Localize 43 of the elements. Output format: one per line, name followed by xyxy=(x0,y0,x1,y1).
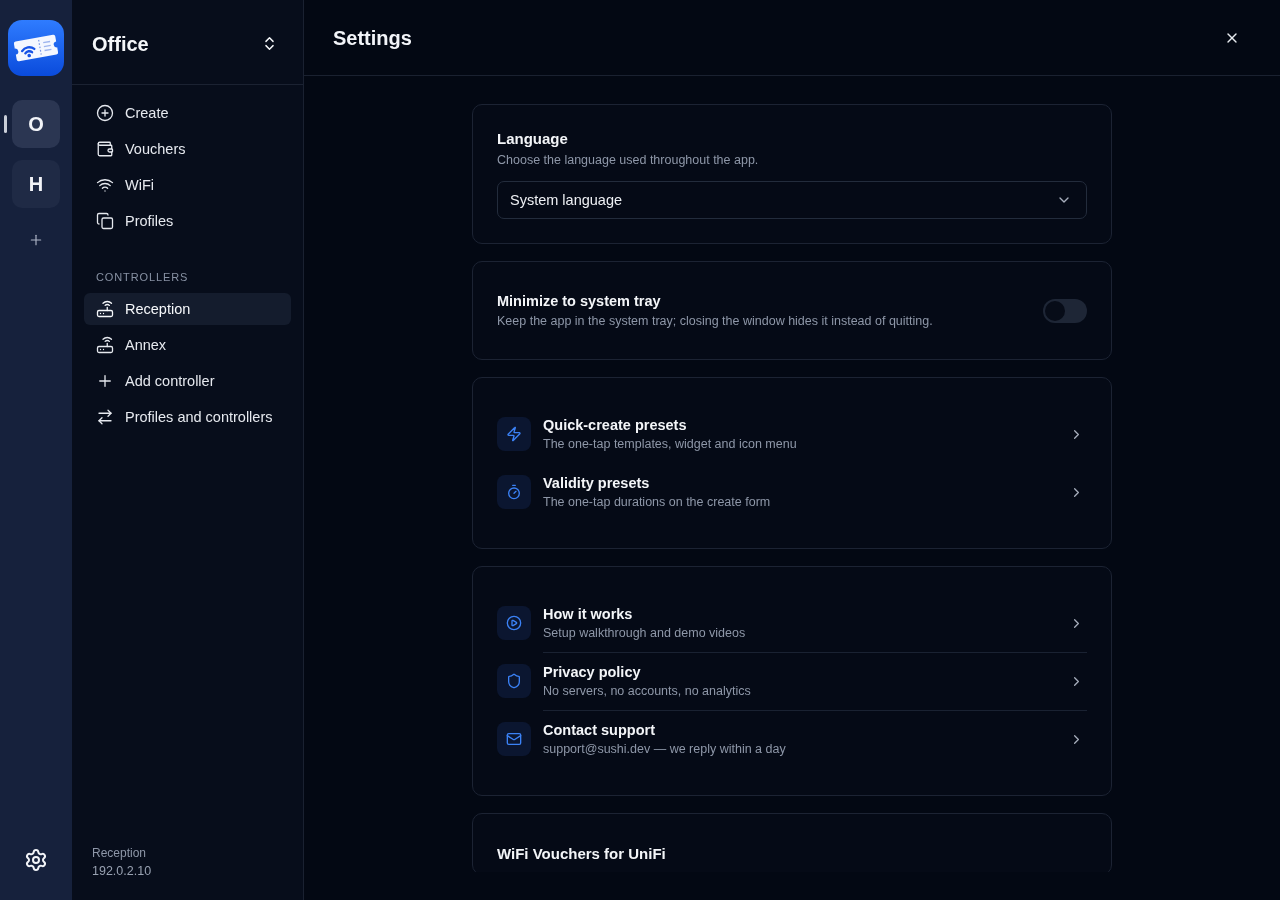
toggle-switch[interactable] xyxy=(1043,298,1087,323)
shield-icon xyxy=(497,664,531,698)
nav-item[interactable]: Profiles and controllers xyxy=(84,401,291,433)
section-title: Language xyxy=(497,129,569,149)
section-label: CONTROLLERS xyxy=(96,270,190,285)
nav-item[interactable]: Profiles xyxy=(84,205,291,237)
swap-arrows-icon xyxy=(96,408,114,426)
router-icon xyxy=(96,336,114,354)
stacked-squares-icon xyxy=(96,212,114,230)
app-logo-icon xyxy=(8,20,64,76)
nav-item[interactable]: Annex xyxy=(84,329,291,361)
stopwatch-icon xyxy=(497,475,531,509)
envelope-icon xyxy=(497,722,531,756)
settings-button[interactable] xyxy=(24,848,48,872)
nav-item[interactable]: Vouchers xyxy=(84,133,291,165)
lightning-bolt-icon xyxy=(497,417,531,451)
workspace-switcher[interactable]: Office xyxy=(92,30,278,57)
plus-icon xyxy=(28,232,44,248)
router-icon xyxy=(96,300,114,318)
nav-item[interactable]: Create xyxy=(84,97,291,129)
language-select[interactable]: System language xyxy=(497,181,1087,219)
nav-item[interactable]: WiFi xyxy=(84,169,291,201)
settings-link-row[interactable]: Privacy policy No servers, no accounts, no analytics xyxy=(497,652,1087,710)
section-description: Keep the app in the system tray; closing the window hides it instead of quitting. xyxy=(497,313,933,330)
workspace-button[interactable]: H xyxy=(12,160,60,208)
settings-link-row[interactable]: Contact support support@sushi.dev — we reply within a day xyxy=(497,710,1087,768)
controller-name: Reception xyxy=(92,845,148,862)
nav-item[interactable]: Reception xyxy=(84,293,291,325)
app-name: WiFi Vouchers for UniFi xyxy=(497,844,667,864)
nav-item[interactable]: Add controller xyxy=(84,365,291,397)
settings-link-row[interactable]: Quick-create presets The one-tap templates, widget and icon menu xyxy=(497,405,1087,463)
settings-icon xyxy=(24,848,48,872)
plus-circle-icon xyxy=(96,104,114,122)
plus-icon xyxy=(96,372,114,390)
section-title: Minimize to system tray xyxy=(497,292,662,311)
controller-address: 192.0.2.10 xyxy=(92,863,153,880)
workspace-button[interactable]: O xyxy=(12,100,60,148)
section-description: Choose the language used throughout the app. xyxy=(497,152,760,169)
page-title: Settings xyxy=(333,25,412,51)
wallet-icon xyxy=(96,140,114,158)
selection-indicator xyxy=(4,115,7,133)
settings-link-row[interactable]: Validity presets The one-tap durations on the create form xyxy=(497,463,1087,521)
settings-link-row[interactable]: How it works Setup walkthrough and demo videos xyxy=(497,594,1087,652)
